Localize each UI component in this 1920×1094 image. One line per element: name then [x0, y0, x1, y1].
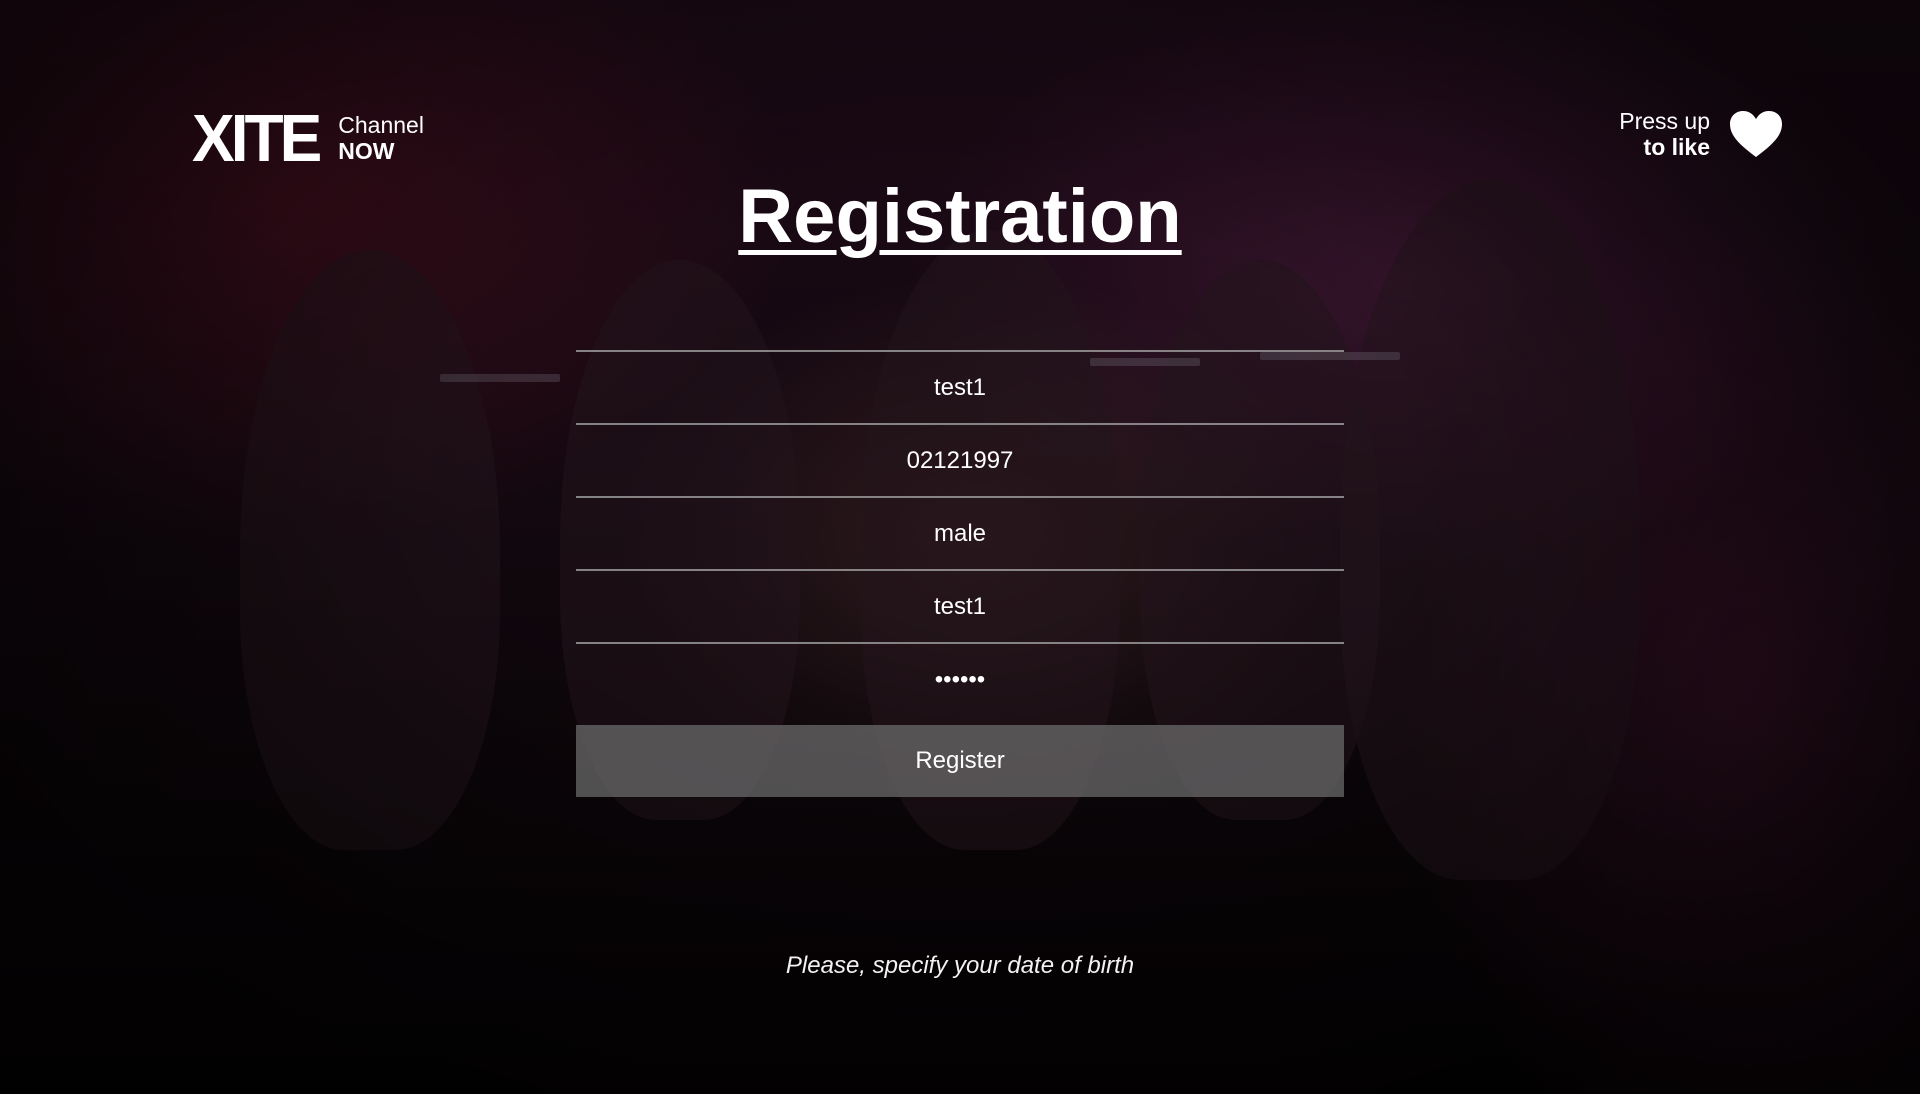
like-hint-line1: Press up — [1619, 108, 1710, 134]
like-hint: Press up to like — [1619, 108, 1784, 160]
page-title-text: Registration — [738, 174, 1182, 259]
display-name-field[interactable]: test1 — [576, 569, 1344, 642]
validation-hint: Please, specify your date of birth — [785, 952, 1135, 979]
channel-name: Channel — [338, 112, 424, 138]
gender-field[interactable]: male — [576, 496, 1344, 569]
channel-label: Channel NOW — [338, 112, 424, 164]
channel-logo: XITE Channel NOW — [192, 100, 424, 176]
page-title: Registration — [0, 172, 1920, 262]
date-of-birth-field[interactable]: 02121997 — [576, 423, 1344, 496]
channel-now: NOW — [338, 138, 395, 164]
register-button[interactable]: Register — [576, 725, 1344, 797]
username-field[interactable]: test1 — [576, 350, 1344, 423]
xite-logo: XITE — [192, 100, 322, 176]
registration-form: test1 02121997 male test1 •••••• Registe… — [576, 350, 1344, 797]
background-video: XITE Channel NOW Press up to like Regist… — [0, 0, 1920, 1094]
like-hint-line2: to like — [1643, 134, 1710, 160]
password-field[interactable]: •••••• — [576, 642, 1344, 715]
heart-icon — [1728, 109, 1784, 159]
like-hint-text: Press up to like — [1619, 108, 1710, 160]
